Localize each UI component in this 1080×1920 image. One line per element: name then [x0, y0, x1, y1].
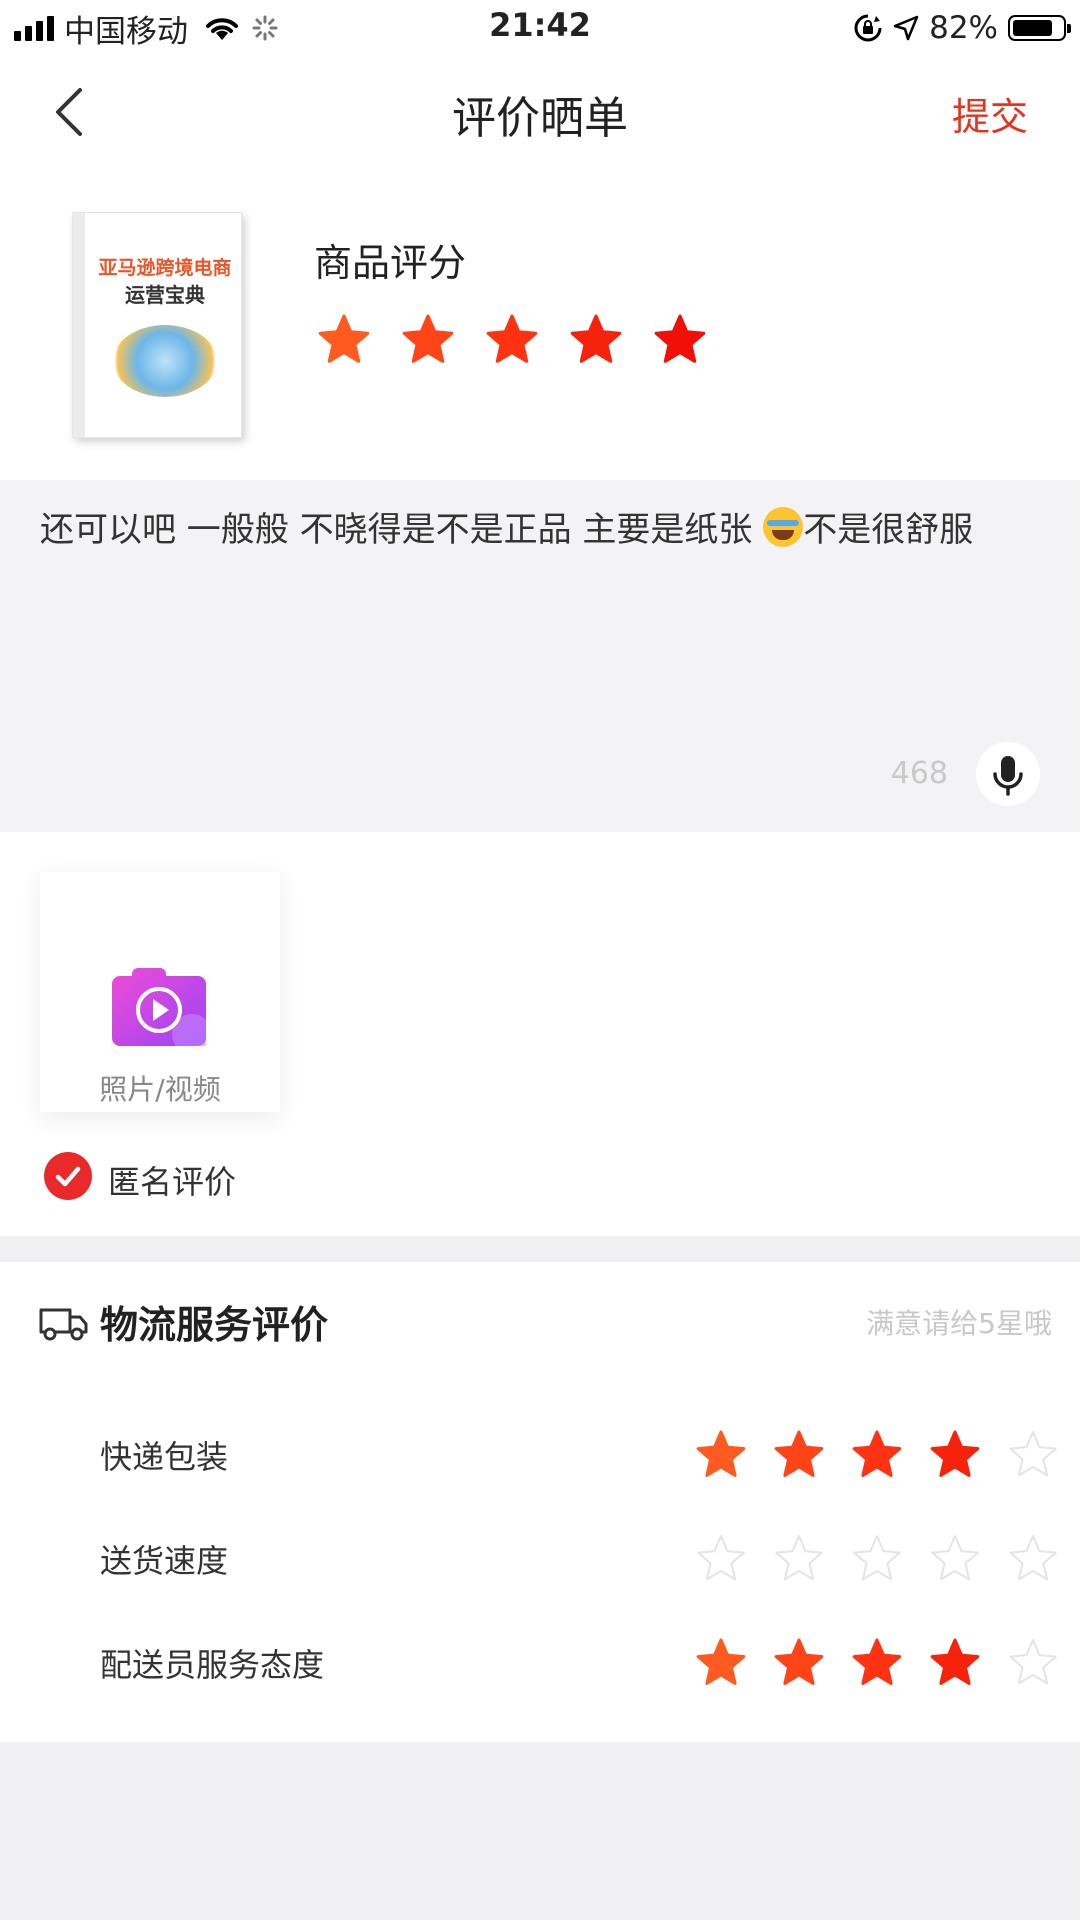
logistics-hint: 满意请给5星哦	[866, 1307, 1052, 1340]
logistics-0-star-1-icon[interactable]	[696, 1430, 746, 1480]
logistics-2-star-3-icon[interactable]	[852, 1638, 902, 1688]
book-cover-subtitle: 运营宝典	[125, 283, 205, 307]
truck-icon	[39, 1308, 88, 1341]
rating-stars-courier-service	[696, 1638, 1058, 1688]
review-text-after: 不是很舒服	[803, 510, 974, 550]
checkmark-icon	[55, 1166, 81, 1187]
logistics-0-star-4-icon[interactable]	[930, 1430, 980, 1480]
review-textarea[interactable]: 还可以吧 一般般 不晓得是不是正品 主要是纸张 不是很舒服 468	[0, 480, 1080, 832]
review-text: 还可以吧 一般般 不晓得是不是正品 主要是纸张 不是很舒服	[40, 502, 1040, 551]
logistics-1-star-4-icon[interactable]	[930, 1534, 980, 1584]
location-arrow-icon	[893, 15, 919, 41]
product-rating-star-4-icon[interactable]	[570, 314, 622, 366]
upload-label: 照片/视频	[99, 1073, 221, 1106]
battery-percent: 82%	[929, 10, 998, 46]
status-right: 82%	[853, 8, 1071, 48]
microphone-icon	[993, 756, 1023, 796]
media-section: 照片/视频 匿名评价	[0, 832, 1080, 1236]
logistics-2-star-5-icon[interactable]	[1008, 1638, 1058, 1688]
logistics-section: 物流服务评价 满意请给5星哦 快递包装 送货速度 配送员服务态度	[0, 1262, 1080, 1742]
logistics-2-star-1-icon[interactable]	[696, 1638, 746, 1688]
rating-stars-delivery-speed	[696, 1534, 1058, 1584]
submit-button[interactable]: 提交	[952, 86, 1028, 141]
product-image: 亚马逊跨境电商 运营宝典	[72, 212, 242, 438]
book-cover-title: 亚马逊跨境电商	[98, 257, 232, 279]
logistics-0-star-5-icon[interactable]	[1008, 1430, 1058, 1480]
camera-video-icon	[112, 968, 206, 1046]
logistics-0-star-2-icon[interactable]	[774, 1430, 824, 1480]
photo-video-upload-button[interactable]: 照片/视频	[40, 872, 280, 1112]
voice-input-button[interactable]	[976, 742, 1040, 806]
rating-stars-packaging	[696, 1430, 1058, 1480]
battery-icon	[1008, 15, 1071, 41]
logistics-1-star-2-icon[interactable]	[774, 1534, 824, 1584]
product-rating-stars	[318, 314, 706, 366]
logistics-1-star-1-icon[interactable]	[696, 1534, 746, 1584]
remaining-char-count: 468	[890, 756, 948, 791]
battery-fill	[1013, 20, 1053, 36]
orientation-lock-icon	[854, 14, 882, 42]
rating-label-courier-service: 配送员服务态度	[100, 1646, 325, 1684]
logistics-2-star-2-icon[interactable]	[774, 1638, 824, 1688]
review-text-before: 还可以吧 一般般 不晓得是不是正品 主要是纸张	[40, 510, 764, 550]
status-bar: 中国移动 21:42 82%	[0, 0, 1080, 56]
product-rating-star-3-icon[interactable]	[486, 314, 538, 366]
anonymous-checkbox[interactable]	[44, 1152, 92, 1200]
product-rating-star-2-icon[interactable]	[402, 314, 454, 366]
product-section: 亚马逊跨境电商 运营宝典 商品评分	[0, 166, 1080, 480]
anonymous-label: 匿名评价	[108, 1163, 237, 1201]
product-rating-star-5-icon[interactable]	[654, 314, 706, 366]
logistics-2-star-4-icon[interactable]	[930, 1638, 980, 1688]
rating-label-delivery-speed: 送货速度	[100, 1542, 229, 1580]
product-rating-star-1-icon[interactable]	[318, 314, 370, 366]
logistics-1-star-3-icon[interactable]	[852, 1534, 902, 1584]
nav-bar: 评价晒单 提交	[0, 56, 1080, 166]
product-rating-label: 商品评分	[314, 241, 467, 285]
logistics-title: 物流服务评价	[100, 1303, 329, 1347]
logistics-0-star-3-icon[interactable]	[852, 1430, 902, 1480]
logistics-1-star-5-icon[interactable]	[1008, 1534, 1058, 1584]
page-title: 评价晒单	[452, 93, 628, 144]
tears-of-joy-emoji-icon	[763, 507, 804, 547]
rating-label-packaging: 快递包装	[100, 1438, 229, 1476]
